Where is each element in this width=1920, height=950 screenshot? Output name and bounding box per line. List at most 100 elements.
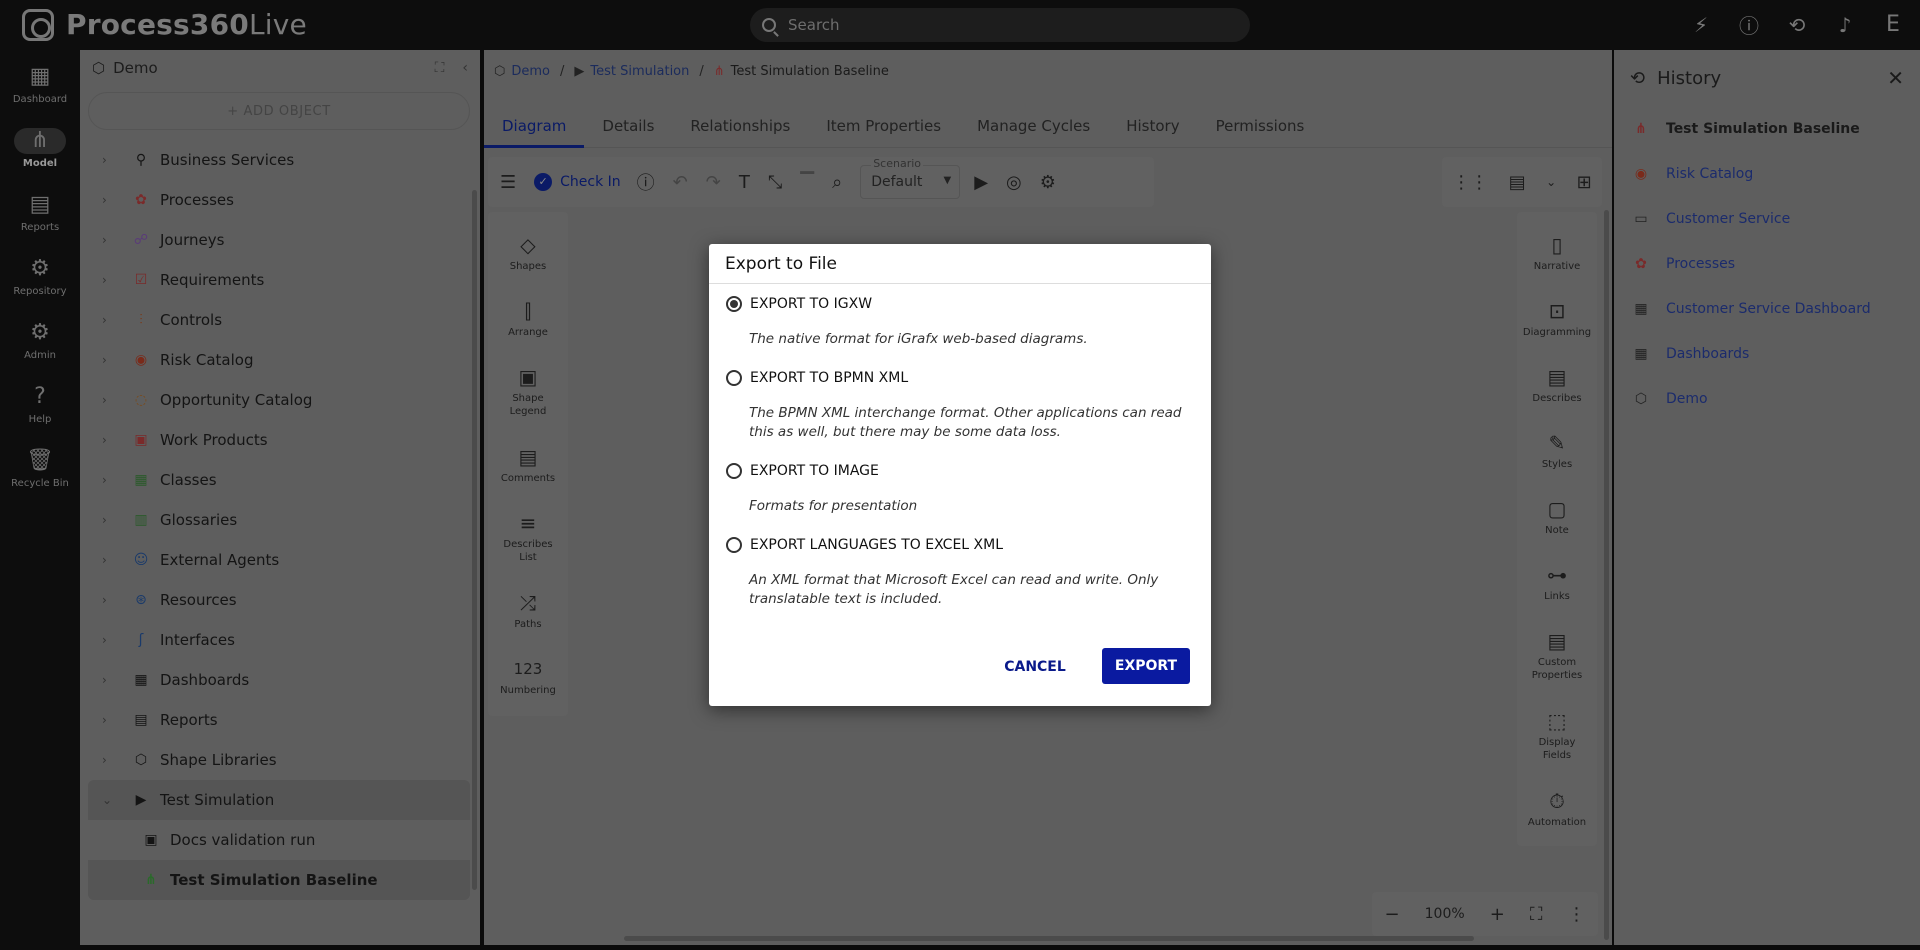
tool-comments[interactable]: ▤ Comments bbox=[488, 444, 568, 485]
canvas-vertical-scrollbar[interactable] bbox=[1604, 210, 1609, 940]
tool-numbering[interactable]: 123 Numbering bbox=[488, 656, 568, 697]
chevron-right-icon[interactable]: › bbox=[102, 153, 114, 167]
zoom-in-icon[interactable]: + bbox=[1490, 904, 1505, 925]
chevron-right-icon[interactable]: › bbox=[102, 753, 114, 767]
apps-grid-icon[interactable]: ⋮⋮ bbox=[1452, 172, 1488, 193]
chevron-right-icon[interactable]: › bbox=[102, 233, 114, 247]
tree-item[interactable]: › ▦ Classes bbox=[88, 460, 470, 500]
export-button[interactable]: EXPORT bbox=[1102, 648, 1190, 684]
history-item[interactable]: ◉ Risk Catalog bbox=[1614, 151, 1920, 196]
option-export-igxw[interactable]: EXPORT TO IGXW bbox=[726, 296, 872, 312]
history-item[interactable]: ▦ Customer Service Dashboard bbox=[1614, 286, 1920, 331]
tree-child-item-selected[interactable]: ⋔ Test Simulation Baseline bbox=[88, 860, 470, 900]
global-search[interactable] bbox=[750, 8, 1250, 42]
nav-admin[interactable]: ⚙ Admin bbox=[0, 320, 80, 361]
option-export-excel[interactable]: EXPORT LANGUAGES TO EXCEL XML bbox=[726, 537, 1003, 553]
option-export-bpmn[interactable]: EXPORT TO BPMN XML bbox=[726, 370, 908, 386]
tree-item[interactable]: › ◉ Risk Catalog bbox=[88, 340, 470, 380]
tree-item[interactable]: › ▥ Glossaries bbox=[88, 500, 470, 540]
simulation-settings-icon[interactable]: ⚙ bbox=[1040, 172, 1056, 193]
radio-button[interactable] bbox=[726, 296, 742, 312]
tool-describes[interactable]: ▤ Describes bbox=[1517, 364, 1597, 405]
tree-item[interactable]: › ▣ Work Products bbox=[88, 420, 470, 460]
tool-automation[interactable]: ⏱ Automation bbox=[1517, 788, 1597, 829]
tree-child-item[interactable]: ▣ Docs validation run bbox=[88, 820, 470, 860]
chevron-right-icon[interactable]: › bbox=[102, 713, 114, 727]
history-item[interactable]: ✿ Processes bbox=[1614, 241, 1920, 286]
tree-item[interactable]: › ▦ Dashboards bbox=[88, 660, 470, 700]
radio-button[interactable] bbox=[726, 537, 742, 553]
undo-icon[interactable]: ↶ bbox=[673, 172, 688, 193]
tab-details[interactable]: Details bbox=[584, 108, 672, 148]
check-in-button[interactable]: ✓ Check In bbox=[534, 173, 621, 191]
chevron-right-icon[interactable]: › bbox=[102, 433, 114, 447]
tool-note[interactable]: ▢ Note bbox=[1517, 496, 1597, 537]
chevron-right-icon[interactable]: › bbox=[102, 193, 114, 207]
tool-narrative[interactable]: ▯ Narrative bbox=[1517, 232, 1597, 273]
tree-item[interactable]: › ☺ External Agents bbox=[88, 540, 470, 580]
chevron-right-icon[interactable]: › bbox=[102, 393, 114, 407]
user-avatar[interactable]: E bbox=[1880, 12, 1906, 37]
lightning-icon[interactable]: ⚡ bbox=[1688, 13, 1714, 37]
tool-shapes[interactable]: ◇ Shapes bbox=[488, 232, 568, 273]
breadcrumb-parent[interactable]: Test Simulation bbox=[590, 64, 689, 79]
nav-model[interactable]: ⋔ Model bbox=[0, 128, 80, 169]
play-icon[interactable]: ▶ bbox=[974, 172, 988, 193]
simulation-inspect-icon[interactable]: ◎ bbox=[1006, 172, 1022, 193]
chevron-right-icon[interactable]: › bbox=[102, 633, 114, 647]
collapse-panel-icon[interactable]: ‹ bbox=[462, 60, 468, 76]
nav-repository[interactable]: ⚙ Repository bbox=[0, 256, 80, 297]
help-icon[interactable]: ⓘ bbox=[1736, 10, 1762, 39]
breadcrumb-root[interactable]: Demo bbox=[511, 64, 550, 79]
history-icon[interactable]: ⟲ bbox=[1784, 13, 1810, 37]
canvas-horizontal-scrollbar[interactable] bbox=[624, 936, 1474, 941]
zoom-out-icon[interactable]: − bbox=[1385, 904, 1400, 925]
chevron-right-icon[interactable]: › bbox=[102, 593, 114, 607]
bell-icon[interactable]: ♪ bbox=[1832, 13, 1858, 37]
redo-icon[interactable]: ↷ bbox=[706, 172, 721, 193]
radio-button[interactable] bbox=[726, 370, 742, 386]
tree-item[interactable]: › ⬡ Shape Libraries bbox=[88, 740, 470, 780]
nav-recycle-bin[interactable]: 🗑 Recycle Bin bbox=[0, 448, 80, 489]
tab-diagram[interactable]: Diagram bbox=[484, 108, 585, 148]
tab-relationships[interactable]: Relationships bbox=[672, 108, 808, 148]
history-item[interactable]: ⋔ Test Simulation Baseline bbox=[1614, 106, 1920, 151]
tree-item[interactable]: › ✿ Processes bbox=[88, 180, 470, 220]
chevron-down-icon[interactable]: ⌄ bbox=[1546, 175, 1556, 189]
expand-icon[interactable]: ⛶ bbox=[435, 60, 445, 76]
history-item[interactable]: ▭ Customer Service bbox=[1614, 196, 1920, 241]
search-icon[interactable]: ⌕ bbox=[832, 172, 842, 193]
document-icon[interactable]: ▤ bbox=[1509, 172, 1526, 193]
option-export-image[interactable]: EXPORT TO IMAGE bbox=[726, 463, 879, 479]
tool-paths[interactable]: ⤮ Paths bbox=[488, 590, 568, 631]
nav-reports[interactable]: ▤ Reports bbox=[0, 192, 80, 233]
tool-arrange[interactable]: ⫿ Arrange bbox=[488, 298, 568, 339]
connector-icon[interactable]: ⤡ bbox=[768, 172, 782, 193]
history-item[interactable]: ▦ Dashboards bbox=[1614, 331, 1920, 376]
search-input[interactable] bbox=[788, 16, 1188, 34]
tree-item[interactable]: › ☑ Requirements bbox=[88, 260, 470, 300]
chevron-right-icon[interactable]: › bbox=[102, 473, 114, 487]
chevron-right-icon[interactable]: › bbox=[102, 353, 114, 367]
nav-help[interactable]: ? Help bbox=[0, 384, 80, 425]
tool-links[interactable]: ⊶ Links bbox=[1517, 562, 1597, 603]
tool-shape-legend[interactable]: ▣ Shape Legend bbox=[488, 364, 568, 418]
chevron-right-icon[interactable]: › bbox=[102, 273, 114, 287]
tool-custom-properties[interactable]: ▤ Custom Properties bbox=[1517, 628, 1597, 682]
tool-diagramming[interactable]: ⊡ Diagramming bbox=[1517, 298, 1597, 339]
chevron-down-icon[interactable]: ⌄ bbox=[102, 793, 114, 807]
format-painter-icon[interactable]: ▔ bbox=[800, 172, 814, 193]
radio-button[interactable] bbox=[726, 463, 742, 479]
tab-manage-cycles[interactable]: Manage Cycles bbox=[959, 108, 1108, 148]
history-item[interactable]: ⬡ Demo bbox=[1614, 376, 1920, 421]
tool-display-fields[interactable]: ⬚ Display Fields bbox=[1517, 708, 1597, 762]
chevron-right-icon[interactable]: › bbox=[102, 313, 114, 327]
close-icon[interactable]: ✕ bbox=[1887, 66, 1904, 90]
tree-scrollbar[interactable] bbox=[472, 190, 477, 890]
chevron-right-icon[interactable]: › bbox=[102, 513, 114, 527]
add-comment-icon[interactable]: ⊞ bbox=[1577, 172, 1592, 193]
fit-screen-icon[interactable]: ⛶ bbox=[1530, 904, 1543, 925]
tool-styles[interactable]: ✎ Styles bbox=[1517, 430, 1597, 471]
cancel-button[interactable]: CANCEL bbox=[999, 650, 1071, 684]
tool-describes-list[interactable]: ≡ Describes List bbox=[488, 510, 568, 564]
